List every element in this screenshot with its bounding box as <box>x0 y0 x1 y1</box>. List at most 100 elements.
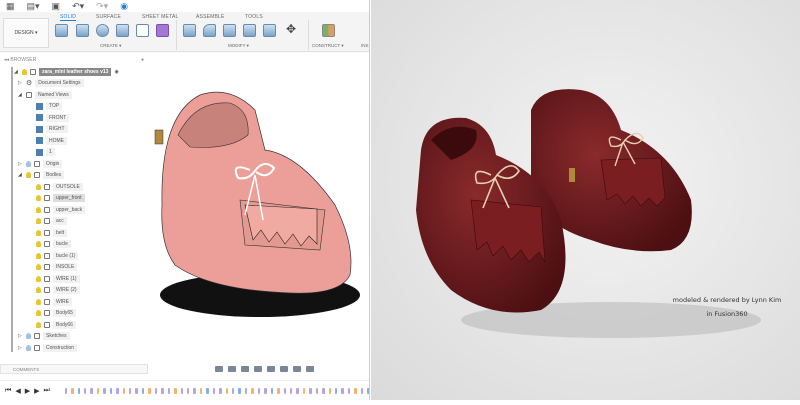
offset-plane-icon[interactable] <box>322 24 335 37</box>
expand-arrow-icon[interactable]: ▷ <box>18 333 23 339</box>
workspace-switcher[interactable]: DESIGN ▾ <box>3 18 49 48</box>
visibility-bulb-icon[interactable] <box>36 298 41 305</box>
expand-arrow-icon[interactable]: ▷ <box>18 161 23 167</box>
timeline-feature-icon[interactable] <box>257 387 261 394</box>
tree-item[interactable]: WIRE (1) <box>36 274 80 284</box>
visibility-bulb-icon[interactable] <box>26 160 31 167</box>
visibility-bulb-icon[interactable] <box>36 275 41 282</box>
timeline-feature-icon[interactable] <box>315 387 319 394</box>
job-status-icon[interactable]: ◉ <box>120 1 128 12</box>
viewports-icon[interactable] <box>306 366 314 372</box>
timeline-feature-icon[interactable] <box>116 387 119 394</box>
expand-arrow-icon[interactable]: ▷ <box>18 345 23 351</box>
3d-viewport[interactable] <box>150 55 369 365</box>
move-icon[interactable]: ✥ <box>286 22 296 36</box>
timeline-feature-icon[interactable] <box>341 387 344 394</box>
tree-item[interactable]: ▷ Sketches <box>18 331 70 341</box>
grid-settings-icon[interactable] <box>293 366 301 372</box>
timeline-feature-icon[interactable] <box>90 387 93 394</box>
replace-face-icon[interactable] <box>263 24 276 37</box>
timeline-control-0[interactable]: ⏮ <box>5 387 11 395</box>
timeline-feature-icon[interactable] <box>199 387 203 394</box>
timeline-feature-icon[interactable] <box>244 387 248 394</box>
tree-item[interactable]: upper_front <box>36 193 85 203</box>
tree-item[interactable]: RIGHT <box>36 124 68 134</box>
timeline-control-2[interactable]: ▶ <box>25 387 30 395</box>
timeline-feature-icon[interactable] <box>122 387 126 394</box>
visibility-bulb-icon[interactable] <box>36 183 41 190</box>
timeline-feature-icon[interactable] <box>277 387 280 394</box>
shell-icon[interactable] <box>223 24 236 37</box>
timeline-feature-icon[interactable] <box>232 387 235 394</box>
tree-item[interactable]: 1 <box>36 147 55 157</box>
construct-menu[interactable]: CONSTRUCT ▾ <box>312 43 344 49</box>
timeline-feature-icon[interactable] <box>296 387 299 394</box>
tree-item[interactable]: upper_back <box>36 205 86 215</box>
activate-radio-icon[interactable]: ◉ <box>114 69 118 75</box>
timeline-feature-icon[interactable] <box>129 387 132 394</box>
display-settings-icon[interactable] <box>280 366 288 372</box>
timeline-feature-icon[interactable] <box>251 387 254 394</box>
timeline-feature-icon[interactable] <box>103 387 106 394</box>
tab-tools[interactable]: TOOLS <box>245 14 263 20</box>
fillet-icon[interactable] <box>203 24 216 37</box>
tab-surface[interactable]: SURFACE <box>96 14 121 20</box>
tree-item[interactable]: ▷ Origin <box>18 159 63 169</box>
visibility-bulb-icon[interactable] <box>36 218 41 224</box>
timeline-feature-icon[interactable] <box>83 387 87 394</box>
timeline-feature-icon[interactable] <box>219 387 222 394</box>
timeline-feature-icon[interactable] <box>180 387 183 394</box>
tree-item[interactable]: Body66 <box>36 320 76 330</box>
visibility-bulb-icon[interactable] <box>36 206 41 213</box>
timeline-feature-icon[interactable] <box>354 387 357 394</box>
tab-solid[interactable]: SOLID <box>60 14 77 21</box>
timeline-control-3[interactable]: ▶ <box>34 387 39 395</box>
visibility-bulb-icon[interactable] <box>36 241 41 247</box>
tree-item[interactable]: bucle (1) <box>36 251 79 261</box>
expand-arrow-icon[interactable]: ◢ <box>18 92 23 98</box>
visibility-bulb-icon[interactable] <box>26 172 31 178</box>
visibility-bulb-icon[interactable] <box>26 333 31 339</box>
timeline-feature-icon[interactable] <box>289 387 293 394</box>
visibility-bulb-icon[interactable] <box>36 321 41 328</box>
timeline-feature-icon[interactable] <box>77 387 80 394</box>
tree-item[interactable]: bucle <box>36 239 71 249</box>
tree-root[interactable]: ◢ zara_mini leather shoes v13 ◉ <box>14 67 119 77</box>
tree-item[interactable]: OUTSOLE <box>36 182 83 192</box>
comments-panel[interactable]: COMMENTS <box>0 364 148 374</box>
combine-icon[interactable] <box>243 24 256 37</box>
pan-icon[interactable] <box>241 366 249 372</box>
save-icon[interactable]: ▣ <box>52 1 61 12</box>
visibility-bulb-icon[interactable] <box>36 287 41 293</box>
expand-arrow-icon[interactable]: ▷ <box>18 80 23 86</box>
timeline-feature-icon[interactable] <box>328 387 332 394</box>
timeline-feature-icon[interactable] <box>154 387 158 394</box>
timeline-feature-icon[interactable] <box>309 387 312 394</box>
tree-item[interactable]: HOME <box>36 136 67 146</box>
visibility-bulb-icon[interactable] <box>36 264 41 270</box>
visibility-bulb-icon[interactable] <box>36 229 41 236</box>
timeline-control-4[interactable]: ⏭ <box>43 387 49 395</box>
redo-icon[interactable]: ↷▾ <box>96 1 108 12</box>
insert-menu[interactable]: INS <box>361 43 369 48</box>
timeline-feature-icon[interactable] <box>109 387 113 394</box>
visibility-bulb-icon[interactable] <box>36 310 41 316</box>
timeline-feature-icon[interactable] <box>135 387 138 394</box>
form-icon[interactable] <box>156 24 169 37</box>
tree-item[interactable]: ▷ ⚙ Document Settings <box>18 78 84 88</box>
tree-item[interactable]: ◢ Named Views <box>18 90 72 100</box>
tree-item[interactable]: ◢ Bodies <box>18 170 65 180</box>
visibility-bulb-icon[interactable] <box>36 252 41 259</box>
visibility-bulb-icon[interactable] <box>36 195 41 201</box>
pattern-icon[interactable] <box>136 24 149 37</box>
expand-arrow-icon[interactable]: ◢ <box>18 172 23 178</box>
timeline-feature-icon[interactable] <box>302 387 306 394</box>
create-sketch-icon[interactable] <box>55 24 68 37</box>
zoom-icon[interactable] <box>254 366 262 372</box>
tree-item[interactable]: ▷ Construction <box>18 343 78 353</box>
timeline-feature-icon[interactable] <box>360 387 364 394</box>
collapse-arrow-icon[interactable]: ◢ <box>14 69 19 75</box>
timeline-feature-icon[interactable] <box>71 387 74 394</box>
tree-item[interactable]: acc <box>36 216 67 226</box>
timeline-feature-icon[interactable] <box>167 387 171 394</box>
